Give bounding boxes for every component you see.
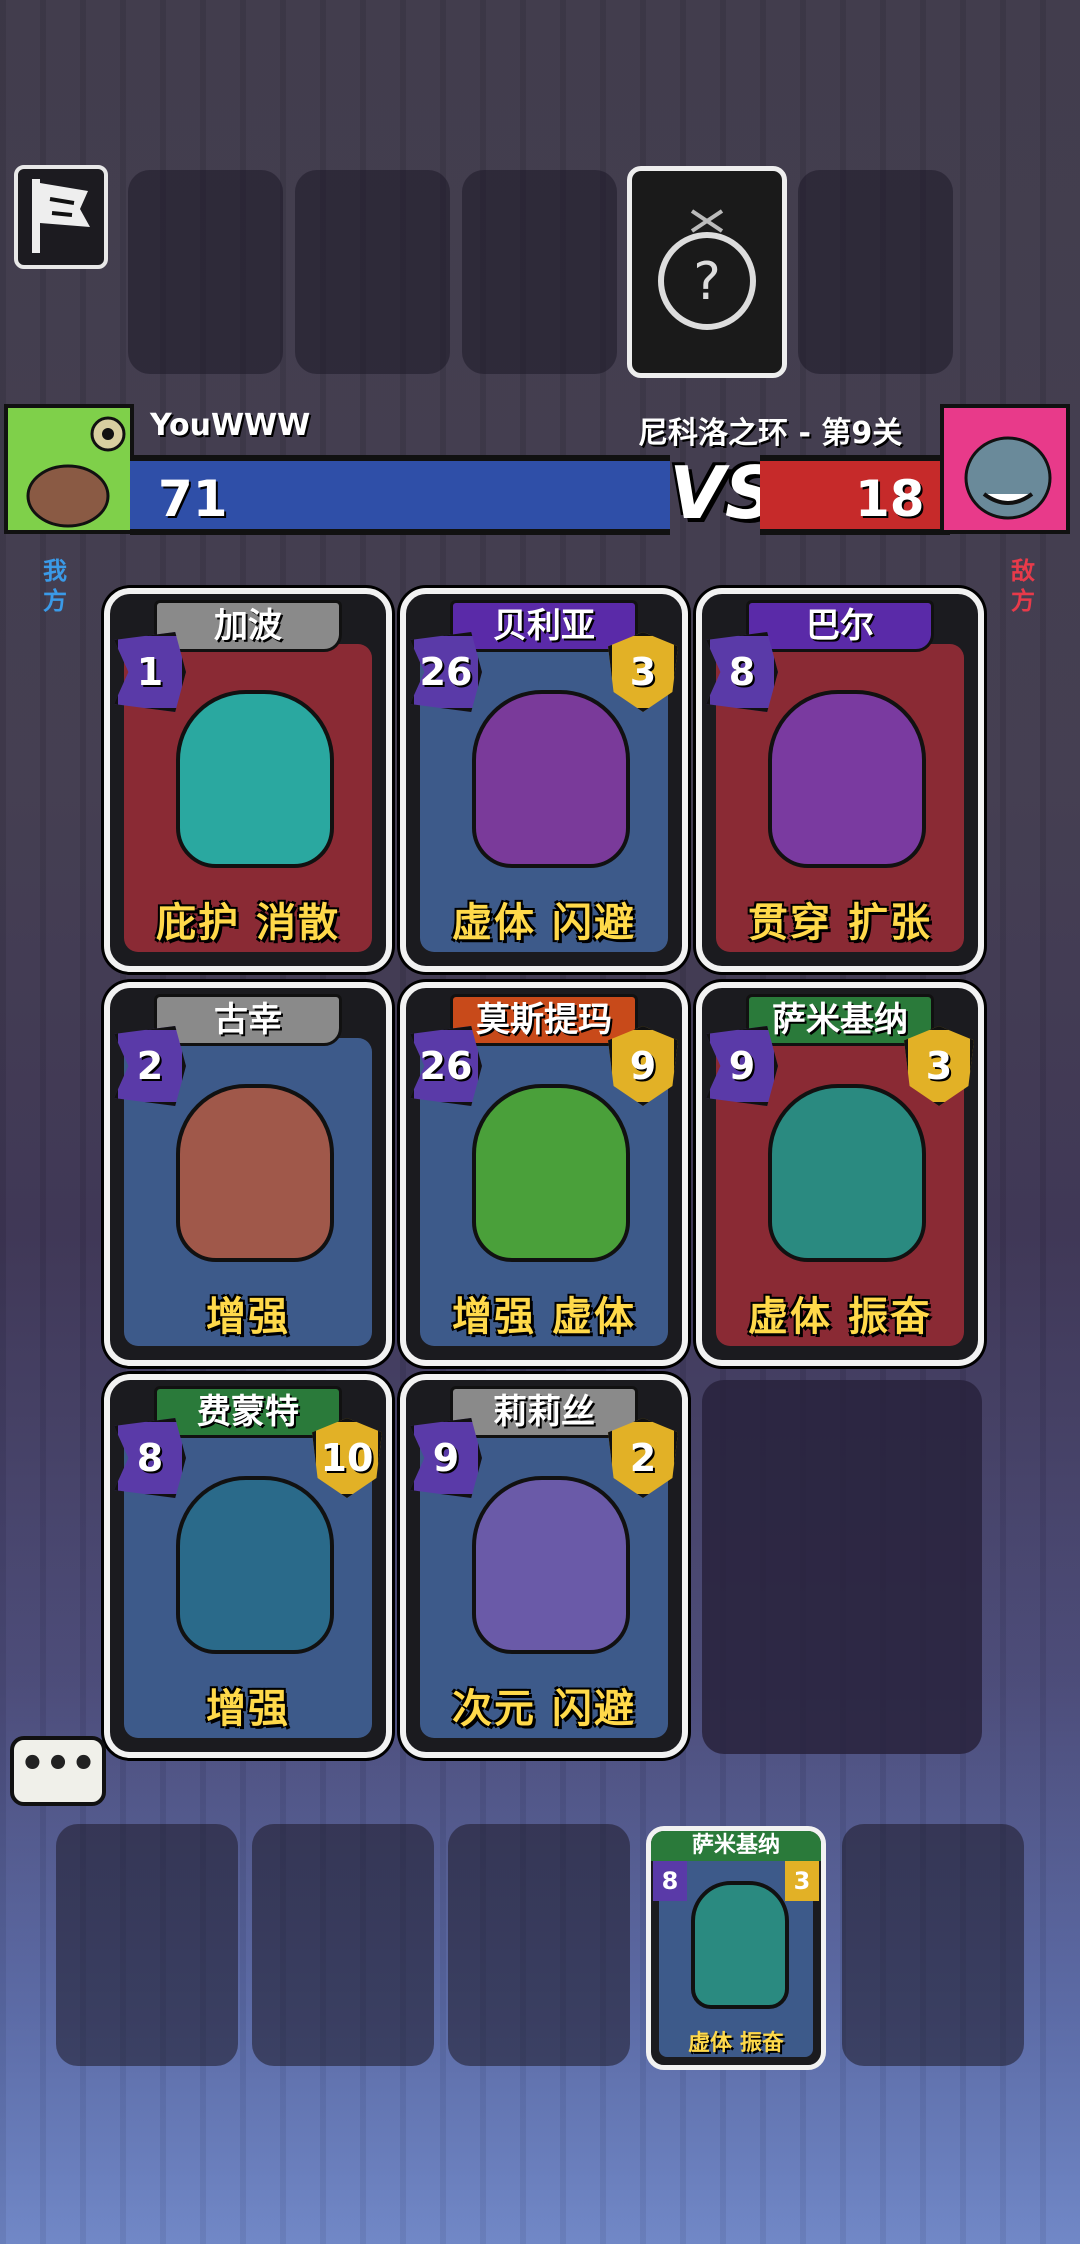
card-keywords: 虚体 振奋	[748, 1294, 932, 1340]
hand-card-attack: 8	[653, 1861, 687, 1901]
card-name: 贝利亚	[450, 600, 638, 652]
card-keywords: 增强 虚体	[452, 1294, 636, 1340]
card-keywords: 增强	[206, 1294, 290, 1340]
player-avatar[interactable]	[4, 404, 134, 534]
card-keywords: 贯穿 扩张	[748, 900, 932, 946]
card-monster	[768, 690, 926, 868]
hand-card-defense: 3	[785, 1861, 819, 1901]
card-name: 古幸	[154, 994, 342, 1046]
card-name: 萨米基纳	[746, 994, 934, 1046]
enemy-slot-1[interactable]	[128, 170, 283, 374]
board-card[interactable]: 萨米基纳 9 3 虚体 振奋	[696, 982, 984, 1366]
svg-text:?: ?	[693, 252, 721, 312]
board-card[interactable]: 贝利亚 26 3 虚体 闪避	[400, 588, 688, 972]
player-hp: 71	[158, 470, 228, 528]
flag-icon	[32, 179, 90, 253]
hand-slot-5[interactable]	[842, 1824, 1024, 2066]
board-empty-slot[interactable]	[702, 1380, 982, 1754]
enemy-side-label: 敌方	[1011, 557, 1035, 615]
card-keywords: 虚体 闪避	[452, 900, 636, 946]
board-card[interactable]: 加波 1 庇护 消散	[104, 588, 392, 972]
card-keywords: 次元 闪避	[452, 1686, 636, 1732]
board-card[interactable]: 古幸 2 增强	[104, 982, 392, 1366]
chat-button[interactable]: •••	[10, 1736, 106, 1806]
board-card[interactable]: 莉莉丝 9 2 次元 闪避	[400, 1374, 688, 1758]
card-keywords: 增强	[206, 1686, 290, 1732]
brain-monster-icon	[26, 416, 126, 528]
board-card[interactable]: 费蒙特 8 10 增强	[104, 1374, 392, 1758]
card-keywords: 庇护 消散	[156, 900, 340, 946]
enemy-slot-5[interactable]	[798, 170, 953, 374]
card-monster	[176, 690, 334, 868]
hand-slot-3[interactable]	[448, 1824, 630, 2066]
hand-card-monster	[691, 1881, 789, 2009]
card-monster	[472, 690, 630, 868]
enemy-hp: 18	[855, 470, 925, 528]
board-card[interactable]: 巴尔 8 贯穿 扩张	[696, 588, 984, 972]
card-monster	[768, 1084, 926, 1262]
enemy-face-icon	[964, 436, 1052, 520]
surrender-flag-button[interactable]	[14, 165, 108, 269]
enemy-slot-2[interactable]	[295, 170, 450, 374]
player-name: YouWWW	[150, 408, 311, 443]
hand-slot-1[interactable]	[56, 1824, 238, 2066]
enemy-avatar[interactable]	[940, 404, 1070, 534]
card-name: 莉莉丝	[450, 1386, 638, 1438]
mystery-icon: ?	[658, 209, 756, 330]
hand-card-name: 萨米基纳	[651, 1831, 821, 1861]
enemy-slot-3[interactable]	[462, 170, 617, 374]
card-monster	[176, 1084, 334, 1262]
card-name: 巴尔	[746, 600, 934, 652]
hand-card[interactable]: 萨米基纳 8 3 虚体 振奋	[646, 1826, 826, 2070]
player-side-label: 我方	[43, 557, 67, 615]
enemy-hidden-card[interactable]: ?	[627, 166, 787, 378]
card-monster	[472, 1084, 630, 1262]
card-name: 莫斯提玛	[450, 994, 638, 1046]
card-name: 加波	[154, 600, 342, 652]
hand-slot-2[interactable]	[252, 1824, 434, 2066]
card-name: 费蒙特	[154, 1386, 342, 1438]
enemy-name: 尼科洛之环 - 第9关	[638, 416, 903, 451]
board-card[interactable]: 莫斯提玛 26 9 增强 虚体	[400, 982, 688, 1366]
hand-card-keywords: 虚体 振奋	[688, 2031, 784, 2056]
card-monster	[472, 1476, 630, 1654]
card-monster	[176, 1476, 334, 1654]
